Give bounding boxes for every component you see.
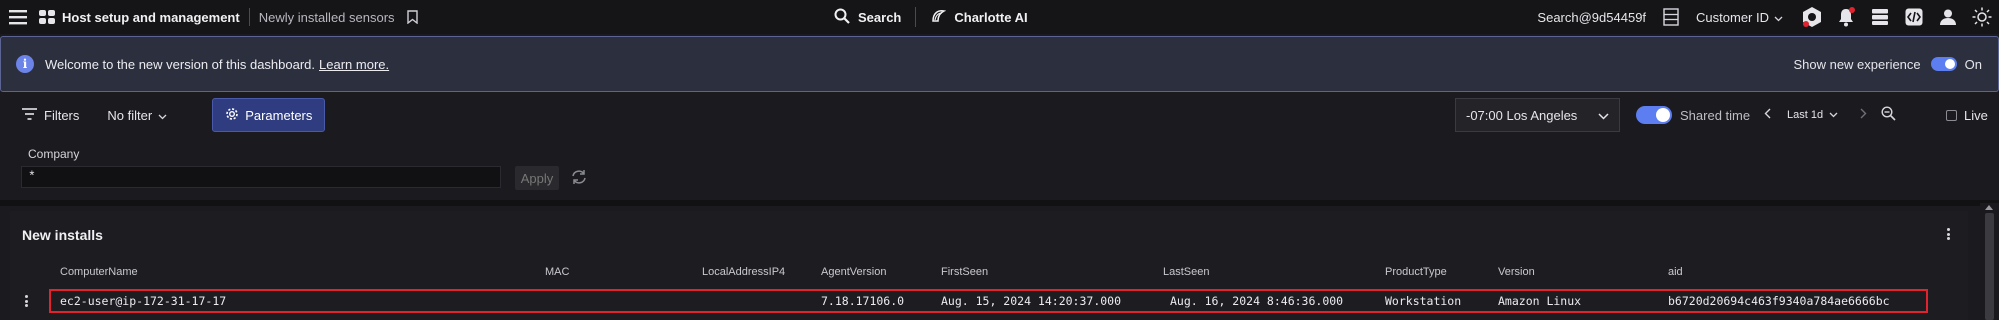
cell-firstseen: Aug. 15, 2024 14:20:37.000 <box>941 294 1122 308</box>
cell-producttype: Workstation <box>1385 294 1462 308</box>
center-tools: Search Charlotte AI <box>834 0 1028 34</box>
chevron-down-icon <box>1598 108 1609 123</box>
scrollbar-thumb[interactable] <box>1985 213 1994 320</box>
live-checkbox[interactable] <box>1946 109 1957 121</box>
timezone-select[interactable]: -07:00 Los Angeles <box>1455 98 1620 132</box>
chevron-down-icon <box>1774 10 1783 25</box>
row-menu-icon[interactable] <box>23 293 29 309</box>
notifications-bell-icon[interactable] <box>1829 0 1863 34</box>
customer-id-dropdown[interactable]: Customer ID <box>1696 10 1783 25</box>
column-header-producttype[interactable]: ProductType <box>1385 266 1447 278</box>
filter-lines-icon <box>22 107 37 123</box>
shared-time-toggle[interactable] <box>1636 106 1672 124</box>
time-range-value: Last 1d <box>1787 109 1824 121</box>
parameters-button[interactable]: Parameters <box>212 98 326 132</box>
divider <box>915 7 917 27</box>
banner-message: Welcome to the new version of this dashb… <box>45 57 389 72</box>
panel-menu-icon[interactable] <box>1942 225 1954 243</box>
banner-text: Welcome to the new version of this dashb… <box>45 56 316 72</box>
column-header-agentversion[interactable]: AgentVersion <box>821 266 886 278</box>
info-icon: i <box>16 55 34 73</box>
cell-aid: b6720d20694c463f9340a784ae6666bc <box>1668 294 1890 308</box>
filters-label: Filters <box>44 107 80 123</box>
cell-lastseen: Aug. 16, 2024 8:46:36.000 <box>1170 294 1344 308</box>
section-divider <box>0 200 1999 206</box>
database-icon[interactable] <box>1654 0 1688 34</box>
column-header-aid[interactable]: aid <box>1668 266 1683 278</box>
live-label: Live <box>1964 107 1988 123</box>
column-header-firstseen[interactable]: FirstSeen <box>941 266 988 278</box>
right-tools: Search@9d54459f Customer ID <box>1537 0 1999 34</box>
bookmark-icon[interactable] <box>406 0 421 34</box>
charlotte-ai-button[interactable]: Charlotte AI <box>954 10 1027 25</box>
toggle-state-label: On <box>1964 56 1982 72</box>
column-header-localaddressip4[interactable]: LocalAddressIP4 <box>702 266 785 278</box>
shared-time-control: Shared time <box>1636 96 1750 134</box>
shared-time-label: Shared time <box>1680 107 1751 123</box>
no-filter-label: No filter <box>107 107 153 123</box>
chevron-right-icon[interactable] <box>1860 108 1867 122</box>
filter-bar: Filters No filter Parameters -07:00 Los … <box>0 96 1999 134</box>
timezone-value: -07:00 Los Angeles <box>1466 107 1578 123</box>
column-header-computername[interactable]: ComputerName <box>60 266 138 278</box>
scroll-up-arrow-icon[interactable] <box>1985 205 1993 210</box>
new-experience-toggle[interactable] <box>1930 57 1957 71</box>
theme-sun-icon[interactable] <box>1965 0 1999 34</box>
table-header: ComputerName MAC LocalAddressIP4 AgentVe… <box>10 263 1968 283</box>
column-header-mac[interactable]: MAC <box>545 266 569 278</box>
gear-icon <box>225 107 239 124</box>
shield-status-icon[interactable] <box>1795 0 1829 34</box>
new-experience-control: Show new experience On <box>1793 37 1982 91</box>
time-range-dropdown[interactable]: Last 1d <box>1787 109 1838 121</box>
column-header-version[interactable]: Version <box>1498 266 1535 278</box>
cell-computername: ec2-user@ip-172-31-17-17 <box>60 294 227 308</box>
refresh-icon[interactable] <box>570 168 590 188</box>
cell-version: Amazon Linux <box>1498 294 1582 308</box>
user-profile-icon[interactable] <box>1931 0 1965 34</box>
filters-button[interactable]: Filters <box>22 108 79 123</box>
vertical-scrollbar[interactable] <box>1980 203 1999 320</box>
learn-more-link[interactable]: Learn more. <box>319 57 389 72</box>
chevron-down-icon <box>158 108 167 123</box>
new-experience-label: Show new experience <box>1793 56 1921 72</box>
table-row[interactable]: ec2-user@ip-172-31-17-17 7.18.17106.0 Au… <box>10 289 1968 313</box>
welcome-banner: i Welcome to the new version of this das… <box>0 36 1999 92</box>
chevron-left-icon[interactable] <box>1764 108 1771 122</box>
apps-grid-icon[interactable] <box>36 0 58 34</box>
app-title[interactable]: Host setup and management <box>62 10 240 25</box>
new-installs-panel: New installs ComputerName MAC LocalAddre… <box>10 211 1968 320</box>
chevron-down-icon <box>1829 112 1838 118</box>
search-id-label[interactable]: Search@9d54459f <box>1537 10 1646 25</box>
company-input[interactable]: * <box>21 166 501 188</box>
time-range-control: Last 1d <box>1764 96 1896 134</box>
live-control[interactable]: Live <box>1946 96 1988 134</box>
parameters-label: Parameters <box>245 107 313 123</box>
zoom-out-icon[interactable] <box>1881 106 1896 124</box>
no-filter-dropdown[interactable]: No filter <box>107 108 167 123</box>
search-button[interactable]: Search <box>858 10 901 25</box>
panel-title: New installs <box>22 227 103 243</box>
column-header-lastseen[interactable]: LastSeen <box>1163 266 1209 278</box>
menu-icon[interactable] <box>0 0 36 34</box>
cell-agentversion: 7.18.17106.0 <box>821 294 905 308</box>
search-icon[interactable] <box>834 8 850 27</box>
divider <box>248 8 250 26</box>
apply-button[interactable]: Apply <box>515 166 559 190</box>
top-navigation-bar: Host setup and management Newly installe… <box>0 0 1999 34</box>
server-icon[interactable] <box>1863 0 1897 34</box>
page-subtitle: Newly installed sensors <box>258 9 395 25</box>
company-label: Company <box>28 147 80 161</box>
developer-tools-icon[interactable] <box>1897 0 1931 34</box>
charlotte-ai-icon[interactable] <box>930 8 947 27</box>
customer-id-label: Customer ID <box>1696 9 1769 25</box>
